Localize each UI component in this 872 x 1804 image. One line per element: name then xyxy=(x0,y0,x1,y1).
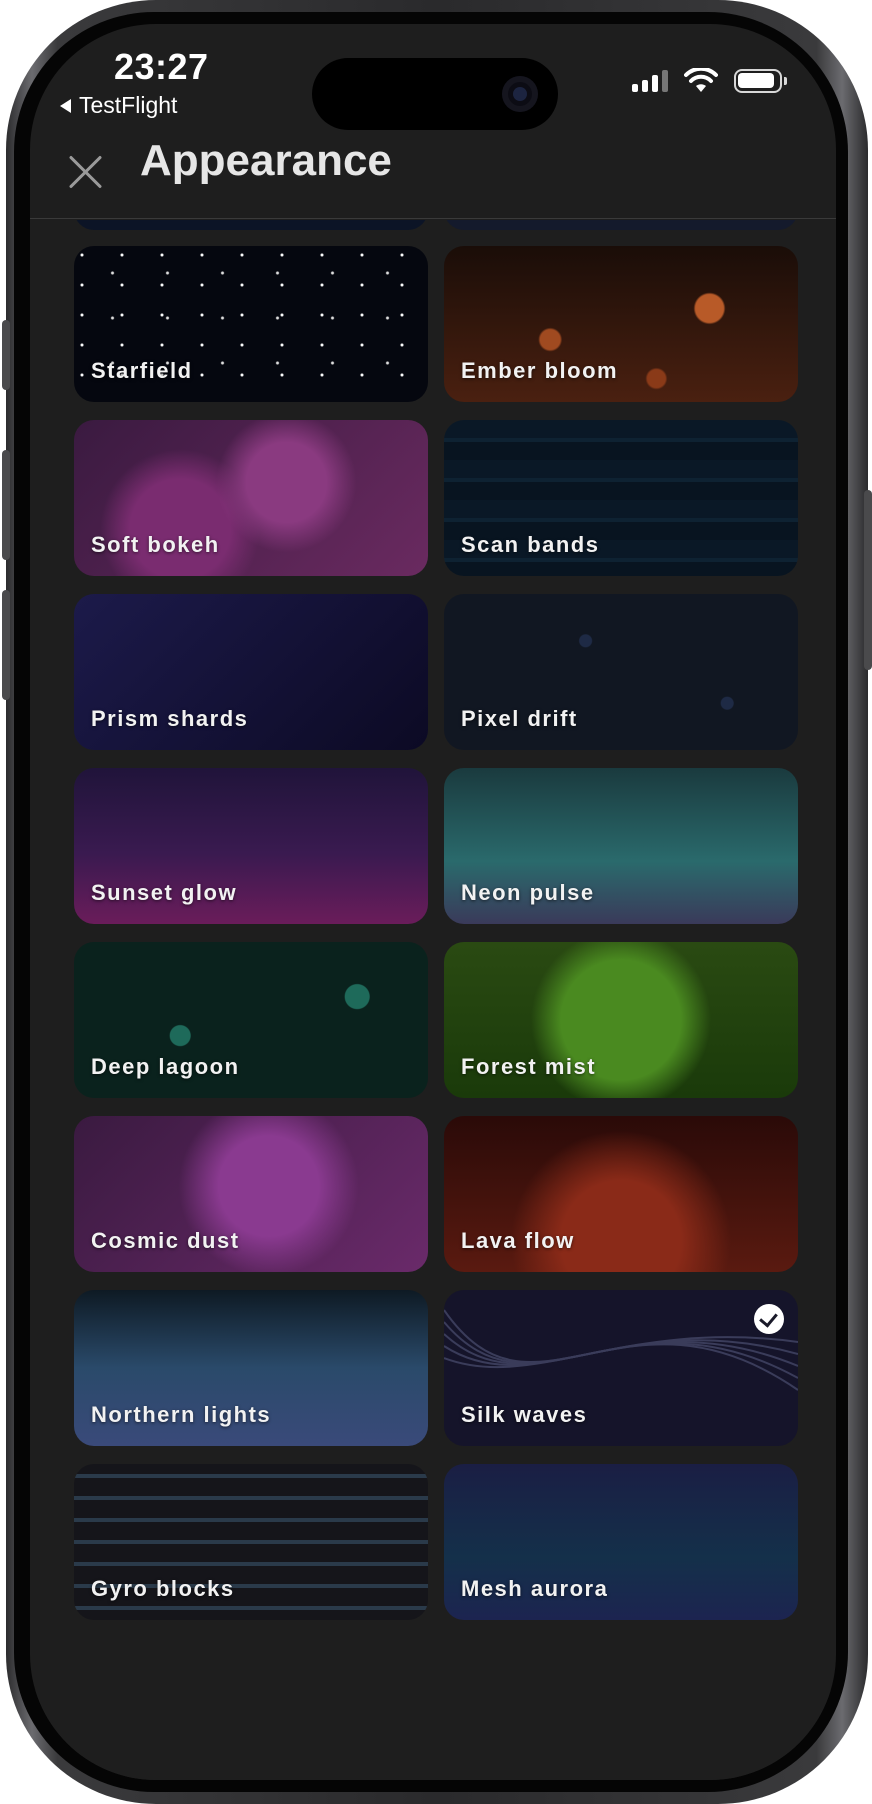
header-divider xyxy=(30,218,836,219)
theme-card-label: Sunset glow xyxy=(91,880,238,905)
wifi-icon xyxy=(684,68,718,92)
volume-up-button xyxy=(2,450,10,560)
back-app-label: TestFlight xyxy=(79,92,178,118)
theme-card[interactable]: Gyro blocks xyxy=(74,1464,428,1620)
theme-card-label: Neon pulse xyxy=(461,880,595,905)
dynamic-island xyxy=(312,58,558,130)
theme-card-label: Scan bands xyxy=(461,532,600,557)
theme-card-label: Northern lights xyxy=(91,1402,272,1427)
theme-card[interactable]: Soft bokeh xyxy=(74,420,428,576)
status-time: 23:27 xyxy=(114,46,209,87)
action-button xyxy=(2,320,10,390)
theme-card-label: Lava flow xyxy=(461,1228,575,1253)
power-button xyxy=(864,490,872,670)
theme-card-label: Pixel drift xyxy=(461,706,578,731)
cellular-signal-icon xyxy=(632,70,668,92)
checkmark-icon xyxy=(754,1304,784,1334)
theme-card-label: Cosmic dust xyxy=(91,1228,240,1253)
theme-card-label: Prism shards xyxy=(91,706,249,731)
theme-card[interactable]: Neon pulse xyxy=(444,768,798,924)
page-title: Appearance xyxy=(140,136,392,185)
theme-card-label: Forest mist xyxy=(461,1054,597,1079)
camera-icon xyxy=(502,76,538,112)
partial-theme-card[interactable] xyxy=(74,220,428,230)
theme-card[interactable]: Ember bloom xyxy=(444,246,798,402)
theme-card[interactable]: Mesh aurora xyxy=(444,1464,798,1620)
theme-card[interactable]: Cosmic dust xyxy=(74,1116,428,1272)
status-icons xyxy=(632,68,787,94)
close-button[interactable] xyxy=(66,152,106,192)
partial-theme-card[interactable] xyxy=(444,220,798,230)
theme-card-label: Gyro blocks xyxy=(91,1576,235,1601)
volume-down-button xyxy=(2,590,10,700)
theme-card-label: Soft bokeh xyxy=(91,532,220,557)
battery-icon xyxy=(734,69,787,93)
theme-card[interactable]: Deep lagoon xyxy=(74,942,428,1098)
theme-card-label: Silk waves xyxy=(461,1402,588,1427)
theme-card-label: Mesh aurora xyxy=(461,1576,609,1601)
theme-grid: Starfield Ember bloom Soft bokeh Scan bands… xyxy=(74,220,798,1780)
theme-card[interactable]: Starfield xyxy=(74,246,428,402)
back-arrow-icon xyxy=(60,98,71,113)
theme-card[interactable]: Silk waves xyxy=(444,1290,798,1446)
theme-card[interactable]: Scan bands xyxy=(444,420,798,576)
theme-card[interactable]: Sunset glow xyxy=(74,768,428,924)
theme-card[interactable]: Forest mist xyxy=(444,942,798,1098)
theme-card[interactable]: Lava flow xyxy=(444,1116,798,1272)
theme-card[interactable]: Pixel drift xyxy=(444,594,798,750)
screen: 23:27 TestFlight Appearance Starfield Emb… xyxy=(30,24,836,1780)
theme-card[interactable]: Prism shards xyxy=(74,594,428,750)
theme-card-label: Starfield xyxy=(91,358,193,383)
back-to-app-link[interactable]: TestFlight xyxy=(60,92,177,119)
theme-card-label: Deep lagoon xyxy=(91,1054,240,1079)
theme-card-label: Ember bloom xyxy=(461,358,619,383)
theme-card[interactable]: Northern lights xyxy=(74,1290,428,1446)
bottom-safe-area xyxy=(30,1690,836,1780)
